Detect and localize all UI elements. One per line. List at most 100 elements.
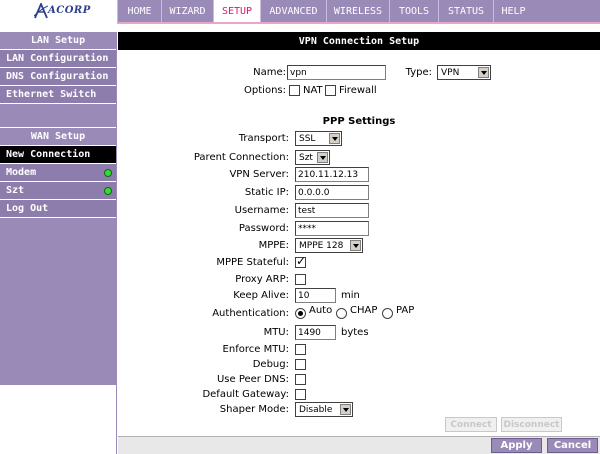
auth-pap-label: PAP (396, 305, 415, 316)
apply-button[interactable]: Apply (491, 438, 542, 453)
transport-label: Transport: (238, 133, 289, 144)
status-online-icon (104, 169, 112, 177)
sidebar-header-lan-setup: LAN Setup (0, 32, 116, 50)
tab-advanced[interactable]: ADVANCED (260, 0, 326, 22)
parent-connection-select[interactable]: Szt (295, 150, 330, 165)
nat-label: NAT (303, 85, 323, 96)
default-gateway-label: Default Gateway: (202, 389, 289, 400)
sidebar-item-label: Szt (6, 185, 25, 196)
sidebar: LAN Setup LAN Configuration DNS Configur… (0, 32, 117, 454)
chevron-down-icon (350, 240, 361, 251)
tab-home[interactable]: HOME (117, 0, 161, 22)
sidebar-item-label: Log Out (6, 203, 49, 214)
sidebar-item-label: Ethernet Switch (6, 89, 97, 100)
nat-checkbox[interactable] (289, 85, 300, 96)
connect-button[interactable]: Connect (445, 417, 497, 432)
sidebar-item-label: LAN Configuration (6, 53, 109, 64)
chevron-down-icon (340, 404, 351, 415)
ppp-settings-header: PPP Settings (322, 116, 396, 127)
mppe-stateful-checkbox[interactable] (295, 254, 306, 268)
static-ip-input[interactable] (295, 185, 369, 200)
tab-setup[interactable]: SETUP (213, 0, 260, 22)
parent-connection-label: Parent Connection: (193, 152, 289, 163)
tab-label: TOOLS (398, 5, 430, 17)
use-peer-dns-checkbox[interactable] (295, 374, 306, 385)
shaper-mode-select[interactable]: Disable (295, 402, 353, 417)
sidebar-fill (0, 218, 116, 385)
sidebar-item-szt[interactable]: Szt (0, 182, 116, 200)
username-label: Username: (234, 205, 289, 216)
static-ip-label: Static IP: (244, 187, 289, 198)
tab-help[interactable]: HELP (493, 0, 533, 22)
chevron-down-icon (317, 152, 328, 163)
vpn-server-input[interactable] (295, 167, 369, 182)
default-gateway-checkbox[interactable] (295, 389, 306, 400)
type-select-value: VPN (441, 67, 460, 78)
main-tabs: HOME WIZARD SETUP ADVANCED WIRELESS TOOL… (117, 0, 533, 22)
logo-mark-icon (34, 3, 48, 19)
use-peer-dns-label: Use Peer DNS: (216, 374, 289, 385)
chevron-down-icon (329, 133, 340, 144)
mtu-input[interactable] (295, 325, 336, 340)
type-select[interactable]: VPN (437, 65, 491, 80)
firewall-checkbox[interactable] (325, 85, 336, 96)
tab-wizard[interactable]: WIZARD (161, 0, 213, 22)
tab-wireless[interactable]: WIRELESS (326, 0, 389, 22)
main-panel: VPN Connection Setup Name: Type: VPN Opt… (118, 24, 600, 454)
enforce-mtu-label: Enforce MTU: (222, 344, 289, 355)
sidebar-item-label: New Connection (6, 149, 91, 160)
auth-auto-label: Auto (309, 305, 333, 316)
sidebar-item-lan-configuration[interactable]: LAN Configuration (0, 50, 116, 68)
name-input[interactable] (287, 65, 386, 80)
sidebar-spacer (0, 104, 116, 128)
auth-chap-label: CHAP (350, 305, 378, 316)
authentication-label: Authentication: (212, 308, 289, 319)
sidebar-item-label: Modem (6, 167, 37, 178)
username-input[interactable] (295, 203, 369, 218)
name-label: Name: (253, 67, 286, 78)
options-label: Options: (244, 85, 286, 96)
firewall-label: Firewall (339, 85, 377, 96)
mppe-select[interactable]: MPPE 128 (295, 238, 363, 253)
tab-label: WIRELESS (333, 5, 383, 17)
chevron-down-icon (478, 67, 489, 78)
sidebar-item-log-out[interactable]: Log Out (0, 200, 116, 218)
mppe-stateful-label: MPPE Stateful: (216, 257, 289, 268)
keep-alive-input[interactable] (295, 288, 336, 303)
keep-alive-label: Keep Alive: (233, 290, 289, 301)
shaper-mode-value: Disable (299, 404, 333, 415)
sidebar-item-modem[interactable]: Modem (0, 164, 116, 182)
enforce-mtu-checkbox[interactable] (295, 344, 306, 355)
type-label: Type: (405, 67, 432, 78)
cancel-button[interactable]: Cancel (547, 438, 598, 453)
proxy-arp-label: Proxy ARP: (235, 274, 289, 285)
proxy-arp-checkbox[interactable] (295, 274, 306, 285)
sidebar-item-ethernet-switch[interactable]: Ethernet Switch (0, 86, 116, 104)
action-bar: Apply Cancel (118, 436, 600, 454)
mtu-label: MTU: (263, 327, 289, 338)
auth-pap-radio[interactable] (382, 308, 393, 319)
transport-select-value: SSL (299, 133, 316, 144)
page-title: VPN Connection Setup (118, 32, 600, 50)
status-online-icon (104, 187, 112, 195)
debug-checkbox[interactable] (295, 359, 306, 370)
mtu-unit: bytes (341, 327, 369, 338)
logo-text: ACORP (48, 5, 91, 16)
disconnect-button[interactable]: Disconnect (501, 417, 562, 432)
vpn-server-label: VPN Server: (229, 169, 289, 180)
parent-connection-value: Szt (299, 152, 313, 163)
tab-status[interactable]: STATUS (438, 0, 493, 22)
mppe-select-value: MPPE 128 (299, 240, 344, 251)
top-navigation-bar: ACORP HOME WIZARD SETUP ADVANCED WIRELES… (0, 0, 600, 22)
sidebar-item-dns-configuration[interactable]: DNS Configuration (0, 68, 116, 86)
shaper-mode-label: Shaper Mode: (219, 404, 289, 415)
tab-tools[interactable]: TOOLS (389, 0, 438, 22)
auth-chap-radio[interactable] (336, 308, 347, 319)
tab-label: SETUP (221, 5, 253, 17)
mppe-label: MPPE: (258, 240, 289, 251)
transport-select[interactable]: SSL (295, 131, 342, 146)
auth-auto-radio[interactable] (295, 308, 306, 319)
password-input[interactable] (295, 221, 369, 236)
sidebar-item-new-connection[interactable]: New Connection (0, 146, 116, 164)
tab-label: HELP (501, 5, 526, 17)
